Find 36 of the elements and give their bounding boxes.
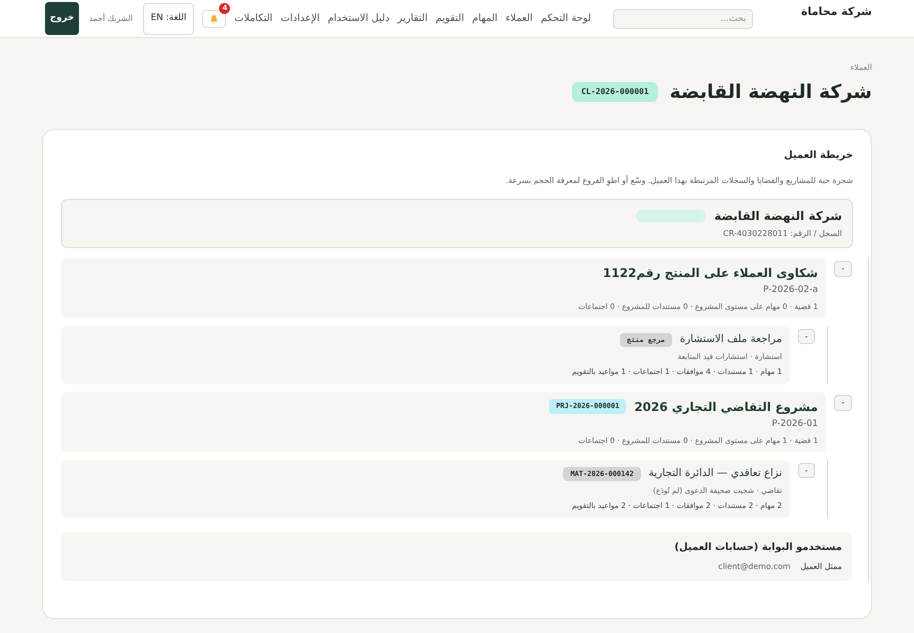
matter-title[interactable]: نزاع تعاقدي — الدائرة التجارية <box>648 466 782 482</box>
toggle-button[interactable]: - <box>798 463 815 478</box>
section-description: شجرة حية للمشاريع والقضايا والسجلات المرتبطة بهذا العميل. وسّع أو اطوِ الفروع لمعرفة الحجم بسرعة. <box>504 174 853 186</box>
bell-icon <box>209 14 220 24</box>
nav-link[interactable]: التقويم <box>436 11 464 26</box>
nav-link[interactable]: التقارير <box>398 11 428 26</box>
project-title[interactable]: شكاوى العملاء على المنتج رقم1122 <box>602 264 818 282</box>
user-role: ممثل العميل <box>800 560 842 572</box>
status-pill <box>636 210 706 222</box>
project-reference: P-2026-02-a <box>762 284 818 296</box>
client-code-tag: CL-2026-000001 <box>572 82 658 102</box>
nav-link[interactable]: الإعدادات <box>280 11 320 26</box>
search-field[interactable]: بحث... <box>613 8 754 28</box>
toggle-button[interactable]: - <box>834 260 852 276</box>
page-title: شركة النهضة القابضة <box>670 80 872 105</box>
user-email: client@demo.com <box>718 560 790 572</box>
nav-link[interactable]: العملاء <box>506 11 533 26</box>
registry-number: السجل / الرقم: CR-4030228011 <box>722 228 842 240</box>
client-name: شركة النهضة القابضة <box>714 208 842 224</box>
nav-link[interactable]: المهام <box>472 11 498 26</box>
toggle-button[interactable]: - <box>798 329 815 344</box>
nav-link[interactable]: لوحة التحكم <box>540 11 592 26</box>
nav-link[interactable]: دليل الاستخدام <box>328 11 390 26</box>
brand-name: شركة محاماة <box>801 4 872 20</box>
logout-button[interactable]: خروج <box>45 2 79 35</box>
nav-link[interactable]: التكاملات <box>234 11 273 26</box>
matter-title[interactable]: مراجعة ملف الاستشارة <box>680 332 782 348</box>
language-button[interactable]: اللغة: EN <box>142 2 194 34</box>
panel-title: مستخدمو البوابة (حسابات العميل) <box>674 540 842 554</box>
project-title[interactable]: مشروع التقاضي التجاري 2026 <box>634 398 818 416</box>
section-heading: خريطة العميل <box>782 148 853 162</box>
breadcrumb[interactable]: العملاء <box>42 62 872 74</box>
project-reference: P-2026-01 <box>770 418 818 430</box>
toggle-button[interactable]: - <box>834 394 852 410</box>
notification-button[interactable] <box>202 10 226 28</box>
user-name: الشريك أحمد <box>88 12 133 24</box>
